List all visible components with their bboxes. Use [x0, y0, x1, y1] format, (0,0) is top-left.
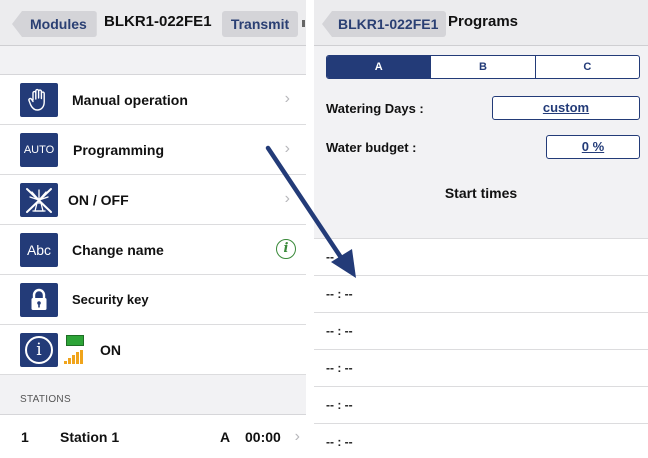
info-icon: i	[20, 333, 58, 367]
menu-item-manual-operation[interactable]: Manual operation ›	[0, 75, 306, 125]
auto-icon: AUTO	[20, 133, 58, 167]
chevron-right-icon: ›	[284, 190, 290, 207]
water-budget-label: Water budget :	[326, 140, 417, 155]
tab-program-a[interactable]: A	[327, 56, 431, 78]
security-key-label: Security key	[72, 292, 149, 307]
watering-days-label: Watering Days :	[326, 101, 424, 116]
manual-operation-label: Manual operation	[72, 92, 188, 108]
module-title: BLKR1-022FE1	[104, 13, 212, 30]
transmit-button[interactable]: Transmit	[222, 11, 298, 37]
start-time-item[interactable]: -- : --	[314, 313, 648, 350]
start-time-item[interactable]: -- : --	[314, 387, 648, 424]
station-name: Station 1	[60, 429, 120, 445]
menu-item-change-name[interactable]: Abc Change name i	[0, 225, 306, 275]
info-glyph: i	[25, 336, 53, 364]
module-screen: Modules BLKR1-022FE1 Transmit Manual ope…	[0, 0, 306, 458]
chevron-right-icon: ›	[284, 90, 290, 107]
station-number: 1	[21, 429, 29, 445]
start-time-item[interactable]: -- : --	[314, 276, 648, 313]
program-tabs: A B C	[326, 55, 640, 79]
start-times-title: Start times	[444, 185, 518, 201]
start-time-item[interactable]: -- : --	[314, 424, 648, 458]
menu-item-status[interactable]: i ON	[0, 325, 306, 375]
sprinkler-off-icon	[20, 183, 58, 217]
programs-screen: BLKR1-022FE1 Programs A B C Watering Day…	[314, 0, 648, 458]
start-time-item[interactable]: -- : --	[314, 350, 648, 387]
module-menu: Manual operation › AUTO Programming › ON…	[0, 74, 306, 375]
module-back-button[interactable]: BLKR1-022FE1	[322, 11, 447, 37]
start-times-list: -- : -- -- : -- -- : -- -- : -- -- : -- …	[314, 238, 648, 458]
watering-days-button[interactable]: custom	[492, 96, 640, 120]
hand-icon	[20, 83, 58, 117]
programs-nav-bar: BLKR1-022FE1 Programs	[314, 0, 648, 46]
module-nav-bar: Modules BLKR1-022FE1 Transmit	[0, 0, 306, 46]
station-program: A	[220, 429, 231, 445]
chevron-right-icon: ›	[284, 140, 290, 157]
menu-item-security-key[interactable]: Security key	[0, 275, 306, 325]
water-budget-button[interactable]: 0 %	[546, 135, 640, 159]
abc-icon: Abc	[20, 233, 58, 267]
stations-section-header: STATIONS	[20, 394, 71, 405]
programs-settings-area: BLKR1-022FE1 Programs A B C Watering Day…	[314, 0, 648, 238]
modules-back-button[interactable]: Modules	[12, 11, 97, 37]
overflow-indicator	[302, 20, 305, 27]
change-name-label: Change name	[72, 242, 164, 258]
menu-item-programming[interactable]: AUTO Programming ›	[0, 125, 306, 175]
tab-program-c[interactable]: C	[534, 56, 639, 78]
station-time: 00:00	[245, 429, 281, 445]
start-time-item[interactable]: -- : --	[314, 239, 648, 276]
status-on-label: ON	[100, 342, 121, 358]
signal-strength-icon	[64, 350, 86, 364]
programming-label: Programming	[73, 142, 165, 158]
tab-program-b[interactable]: B	[430, 56, 534, 78]
lock-icon	[20, 283, 58, 317]
info-icon[interactable]: i	[276, 239, 296, 259]
programs-title: Programs	[448, 13, 519, 30]
station-row[interactable]: 1 Station 1 A 00:00 ›	[0, 414, 306, 458]
menu-item-on-off[interactable]: ON / OFF ›	[0, 175, 306, 225]
chevron-right-icon: ›	[294, 428, 300, 445]
battery-icon	[66, 335, 84, 346]
on-off-label: ON / OFF	[68, 192, 129, 208]
